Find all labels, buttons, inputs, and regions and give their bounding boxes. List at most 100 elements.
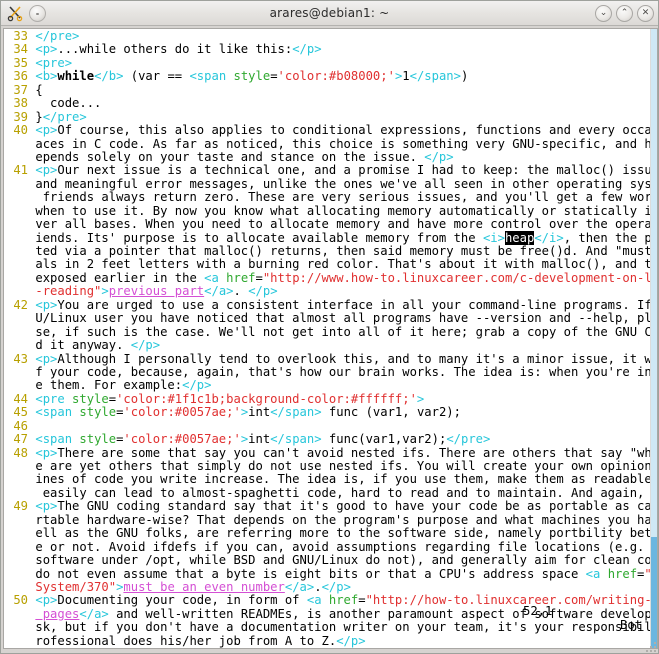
terminal-scrollbar[interactable]: [650, 29, 657, 648]
terminal-window: arares@debian1: ~ ⌄ ⌃ ✕ 33 </pre> 34 <p>…: [0, 0, 659, 654]
code-segment: 1: [402, 69, 410, 84]
code-segment: se, if such is the case. We'll not get i…: [35, 324, 657, 339]
code-segment: </p>: [130, 338, 161, 353]
code-segment: ...while others do it like this:: [57, 42, 293, 57]
buffer-line: d it anyway. </p>: [6, 338, 651, 353]
line-number: 35: [6, 55, 36, 70]
code-segment: Conclusion: [65, 647, 138, 648]
code-segment: <a: [585, 566, 608, 581]
code-segment: <h1>: [35, 647, 64, 648]
code-segment: e are yet others that simply do not use …: [35, 459, 652, 473]
code-segment: "http://www.how-to.linuxcareer.com/c-dev…: [262, 270, 657, 285]
minimize-button[interactable]: ⌄: [595, 4, 612, 22]
scrollbar-track[interactable]: [651, 29, 657, 537]
title-bar[interactable]: arares@debian1: ~ ⌄ ⌃ ✕: [1, 1, 658, 26]
code-segment: <p>: [35, 499, 58, 514]
buffer-line: 46: [6, 419, 651, 433]
code-segment: You are urged to use a consistent interf…: [57, 297, 652, 312]
line-number: 43: [6, 351, 36, 366]
code-segment: <span: [35, 405, 80, 420]
code-segment: als in 2 feet letters with a burning red…: [35, 257, 657, 272]
window-menu-icon[interactable]: [29, 4, 46, 22]
code-segment: =: [108, 391, 117, 406]
code-segment: Although I personally tend to overlook t…: [57, 351, 657, 366]
buffer-line: iends. Its' purpose is to allocate avail…: [6, 230, 657, 245]
maximize-button[interactable]: ⌃: [616, 4, 633, 22]
buffer-line: 35 <pre>: [6, 55, 651, 70]
code-segment: >: [416, 391, 425, 406]
code-segment: </p>: [424, 149, 454, 164]
code-segment: </i>: [534, 230, 564, 245]
buffer-line: se, if such is the case. We'll not get i…: [6, 325, 657, 339]
line-number: [6, 553, 35, 567]
line-number: [6, 338, 35, 352]
code-segment: f your code, because, again, that's how …: [35, 364, 652, 379]
code-segment: <p>: [35, 42, 58, 57]
buffer-line: exposed earlier in the <a href="http://w…: [6, 270, 657, 285]
buffer-line: -reading">previous part</a>. </p>: [6, 285, 651, 298]
line-number: 42: [6, 297, 36, 312]
code-segment: -reading": [35, 284, 102, 299]
line-number: [6, 325, 35, 339]
terminal-screen[interactable]: 33 </pre> 34 <p>...while others do it li…: [3, 28, 658, 649]
cursor-position: 52,1: [523, 604, 553, 618]
code-segment: </pre>: [35, 29, 80, 43]
code-segment: easily can lead to almost-spaghetti code…: [42, 485, 657, 500]
code-segment: style: [79, 405, 117, 420]
code-segment: do not even assume that a byte is eight …: [35, 566, 586, 581]
code-segment: <p>: [35, 351, 58, 366]
code-segment: 'color:#b08000;': [277, 69, 395, 84]
vim-buffer[interactable]: 33 </pre> 34 <p>...while others do it li…: [6, 29, 657, 648]
buffer-line: e are yet others that simply do not use …: [6, 459, 651, 473]
code-segment: func(var1,var2);: [321, 432, 447, 447]
code-segment: while: [57, 69, 95, 84]
code-segment: href: [607, 566, 638, 581]
code-segment: aces in C code. As far as noticed, this …: [35, 136, 657, 151]
line-number: [6, 284, 35, 298]
buffer-line: ell as the GNU folks, are referring more…: [6, 526, 657, 540]
code-segment: </b>: [94, 69, 124, 84]
code-segment: <a: [204, 270, 227, 285]
code-segment: Of course, this also applies to conditio…: [57, 123, 657, 138]
code-segment: </p>: [248, 284, 278, 299]
code-segment: href: [226, 270, 256, 285]
code-segment: previous part: [108, 284, 205, 299]
close-button[interactable]: ✕: [637, 4, 654, 22]
line-number: [6, 486, 35, 500]
code-segment: <i>: [482, 230, 505, 245]
buffer-line: aces in C code. As far as noticed, this …: [6, 137, 657, 151]
buffer-line: 37 {: [6, 82, 651, 97]
code-segment: style: [79, 432, 117, 447]
line-number: 36: [6, 69, 36, 84]
code-segment: rtable hardware-wise? That depends on th…: [35, 512, 657, 527]
code-segment: ted via a pointer that malloc() returns,…: [35, 244, 658, 258]
code-segment: int: [248, 405, 271, 420]
code-segment: style: [72, 391, 109, 406]
buffer-line: 36 <b>while</b> (var == <span style='col…: [6, 70, 651, 83]
terminal-body: 33 </pre> 34 <p>...while others do it li…: [1, 26, 658, 653]
code-segment: .: [233, 284, 249, 299]
scrollbar-thumb[interactable]: [651, 536, 657, 648]
code-segment: </span>: [270, 432, 322, 447]
code-segment: code...: [35, 96, 102, 111]
line-number: 37: [6, 82, 36, 97]
code-segment: 'color:#1f1c1b;background-color:#ffffff;…: [116, 391, 417, 406]
resize-grip[interactable]: [644, 640, 656, 652]
buffer-line: software under /opt, while BSD and GNU/L…: [6, 553, 657, 567]
code-segment: <span: [35, 432, 80, 447]
code-segment: when to use it. By now you know what all…: [35, 203, 657, 218]
buffer-line: 34 <p>...while others do it like this:</…: [6, 43, 651, 56]
line-number: [6, 204, 35, 218]
code-segment: There are some that say you can't avoid …: [57, 445, 658, 460]
code-segment: <b>: [35, 69, 58, 84]
window-title: arares@debian1: ~: [269, 6, 390, 20]
vim-status-line: 52,1 Bot: [6, 590, 651, 646]
code-segment: func (var1, var2);: [321, 405, 461, 420]
text-cursor: heap: [504, 230, 535, 245]
window-controls: ⌄ ⌃ ✕: [595, 1, 654, 25]
code-segment: }: [35, 109, 43, 124]
code-segment: <p>: [35, 163, 58, 178]
code-segment: >: [101, 284, 109, 299]
code-segment: </span>: [270, 405, 322, 420]
buffer-line: U/Linux user you have noticed that almos…: [6, 311, 657, 325]
